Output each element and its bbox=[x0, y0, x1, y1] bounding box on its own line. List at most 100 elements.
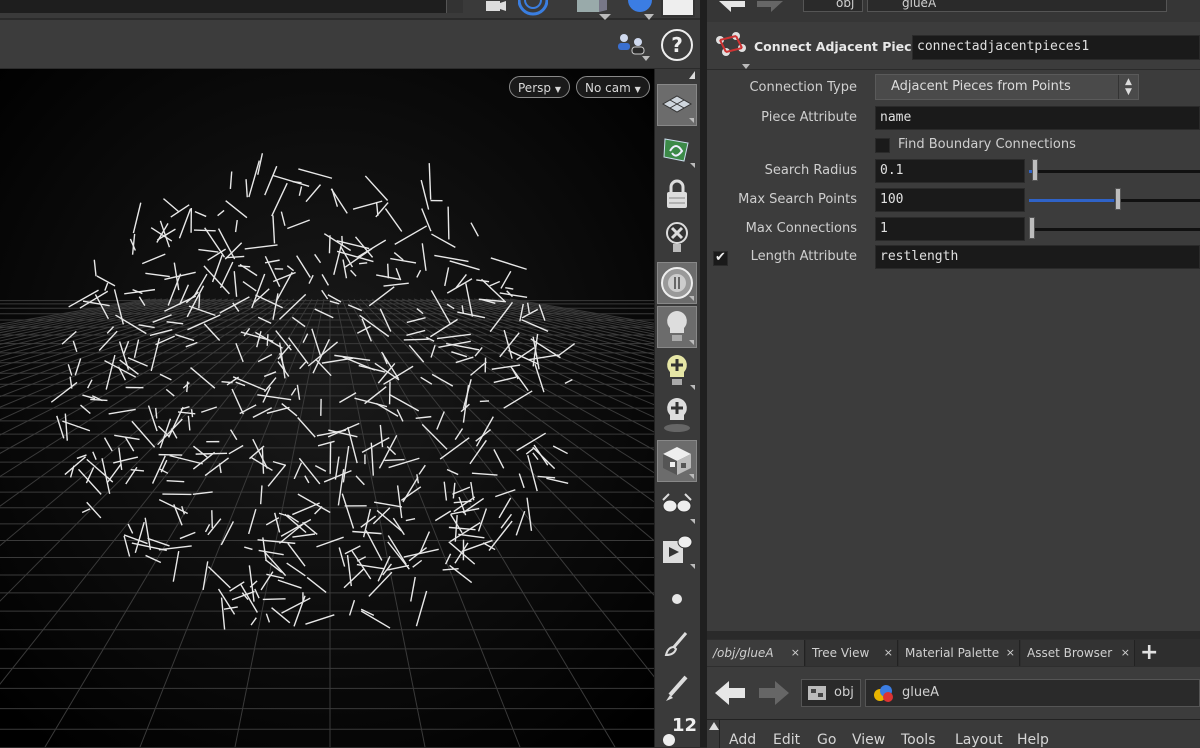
find-boundary-checkbox[interactable] bbox=[875, 138, 890, 153]
bulb-icon bbox=[664, 309, 690, 345]
shading-mode-button[interactable] bbox=[657, 440, 697, 482]
tab-material-palette[interactable]: Material Palette× bbox=[899, 640, 1020, 666]
forward-arrow-icon[interactable] bbox=[757, 679, 791, 709]
path-node-bottom[interactable]: glueA bbox=[865, 679, 1200, 707]
connection-segment bbox=[329, 235, 330, 253]
node-type-icon[interactable] bbox=[712, 30, 752, 70]
parameter-pane: obj glueA Connect Adjacent Pieces connec… bbox=[707, 0, 1200, 747]
menu-add[interactable]: Add bbox=[729, 732, 756, 748]
find-boundary-label: Find Boundary Connections bbox=[898, 137, 1076, 152]
menu-go[interactable]: Go bbox=[817, 732, 836, 748]
max-search-points-slider-handle[interactable] bbox=[1115, 188, 1121, 210]
search-radius-field[interactable]: 0.1 bbox=[875, 159, 1025, 183]
path-bar-top: obj glueA bbox=[707, 0, 1200, 22]
max-connections-slider-track[interactable] bbox=[1029, 228, 1200, 231]
point-display-button[interactable] bbox=[657, 578, 697, 620]
flipbook-button[interactable] bbox=[657, 529, 697, 571]
pane-divider[interactable] bbox=[700, 0, 707, 747]
connection-type-value: Adjacent Pieces from Points bbox=[891, 79, 1071, 94]
connection-segment bbox=[448, 207, 449, 240]
connection-segment bbox=[359, 263, 367, 264]
connection-type-select[interactable]: Adjacent Pieces from Points ▲▼ bbox=[875, 74, 1139, 100]
bulb-ground-icon bbox=[662, 396, 692, 434]
brush-button[interactable] bbox=[657, 623, 697, 665]
connection-segment bbox=[404, 339, 429, 340]
search-radius-slider-handle[interactable] bbox=[1032, 159, 1038, 181]
headlight-icon bbox=[660, 266, 694, 300]
length-attribute-field[interactable]: restlength bbox=[875, 245, 1200, 269]
close-icon[interactable]: × bbox=[1006, 640, 1015, 666]
path-node-top[interactable]: glueA bbox=[867, 0, 1167, 12]
display-icon[interactable] bbox=[660, 0, 698, 18]
snapshot-badge[interactable]: 12 bbox=[660, 715, 700, 747]
tab-label: Tree View bbox=[812, 646, 869, 660]
glue-node-icon bbox=[872, 683, 896, 703]
display-ground-button[interactable] bbox=[657, 84, 697, 126]
pen-button[interactable] bbox=[657, 667, 697, 709]
light-off-button[interactable] bbox=[657, 217, 697, 259]
grid-icon bbox=[662, 92, 692, 118]
target-icon[interactable] bbox=[518, 0, 548, 16]
tab-asset-browser[interactable]: Asset Browser × bbox=[1021, 640, 1135, 666]
camera-icon[interactable] bbox=[482, 0, 508, 14]
brush-icon bbox=[662, 629, 692, 659]
headlight-button[interactable] bbox=[657, 262, 697, 304]
max-search-points-label: Max Search Points bbox=[707, 192, 857, 207]
stereo-button[interactable] bbox=[657, 484, 697, 526]
normal-light-button[interactable] bbox=[657, 306, 697, 348]
help-icon[interactable]: ? bbox=[661, 29, 693, 61]
max-connections-field[interactable]: 1 bbox=[875, 217, 1025, 241]
users-icon[interactable] bbox=[614, 30, 654, 62]
connection-type-label: Connection Type bbox=[707, 80, 857, 95]
menu-layout[interactable]: Layout bbox=[955, 732, 1003, 748]
path-obj-top[interactable]: obj bbox=[803, 0, 863, 12]
menu-edit[interactable]: Edit bbox=[773, 732, 800, 748]
search-radius-slider-track[interactable] bbox=[1029, 170, 1200, 173]
path-obj-label: obj bbox=[836, 0, 854, 10]
tab-tree-view[interactable]: Tree View × bbox=[806, 640, 898, 666]
camera-dropdown[interactable]: No cam ▼ bbox=[576, 76, 650, 98]
top-dropdown-button[interactable] bbox=[446, 0, 463, 13]
node-name-field[interactable]: connectadjacentpieces1 bbox=[912, 35, 1200, 60]
top-field[interactable] bbox=[0, 0, 462, 13]
camera-label: No cam bbox=[585, 81, 631, 95]
piece-attribute-label: Piece Attribute bbox=[707, 110, 857, 125]
uv-icon bbox=[662, 135, 692, 163]
glasses-icon bbox=[661, 492, 693, 518]
tab-label: Asset Browser bbox=[1027, 646, 1112, 660]
lock-camera-button[interactable] bbox=[657, 173, 697, 215]
tab-label: /obj/glueA bbox=[713, 646, 774, 660]
add-tab-icon[interactable]: + bbox=[1140, 639, 1158, 667]
close-icon[interactable]: × bbox=[791, 640, 800, 666]
max-connections-slider-handle[interactable] bbox=[1029, 217, 1035, 239]
menu-help[interactable]: Help bbox=[1017, 732, 1049, 748]
max-search-points-field[interactable]: 100 bbox=[875, 188, 1025, 212]
path-obj-bottom[interactable]: obj bbox=[801, 679, 861, 707]
collapse-arrow-icon[interactable] bbox=[709, 722, 719, 730]
piece-attribute-field[interactable]: name bbox=[875, 106, 1200, 130]
close-icon[interactable]: × bbox=[884, 640, 893, 666]
cube-icon[interactable] bbox=[575, 0, 611, 20]
close-icon[interactable]: × bbox=[1121, 640, 1130, 666]
scene-canvas[interactable] bbox=[0, 69, 655, 747]
menu-tools[interactable]: Tools bbox=[901, 732, 936, 748]
scene-viewport[interactable]: Persp ▼ No cam ▼ bbox=[0, 69, 655, 747]
path-bar-bottom: obj glueA bbox=[707, 667, 1200, 719]
flipbook-icon bbox=[661, 533, 693, 567]
viewport-header: ? bbox=[0, 20, 700, 68]
forward-arrow-icon[interactable] bbox=[757, 0, 785, 14]
add-light-ground-button[interactable] bbox=[657, 394, 697, 436]
back-arrow-icon[interactable] bbox=[717, 0, 745, 14]
back-arrow-icon[interactable] bbox=[713, 679, 747, 709]
toolbar-scroll-arrow[interactable] bbox=[689, 71, 695, 79]
persp-dropdown[interactable]: Persp ▼ bbox=[509, 76, 570, 98]
sphere-icon[interactable] bbox=[626, 0, 656, 20]
updown-arrows-icon: ▲▼ bbox=[1118, 75, 1138, 99]
snapshot-number: 12 bbox=[672, 715, 697, 736]
persp-label: Persp bbox=[518, 81, 551, 95]
display-uv-button[interactable] bbox=[657, 128, 697, 170]
add-light-button[interactable] bbox=[657, 350, 697, 392]
tab-obj-glueA[interactable]: /obj/glueA × bbox=[707, 640, 805, 666]
pane-split[interactable] bbox=[707, 631, 1200, 639]
menu-view[interactable]: View bbox=[852, 732, 885, 748]
